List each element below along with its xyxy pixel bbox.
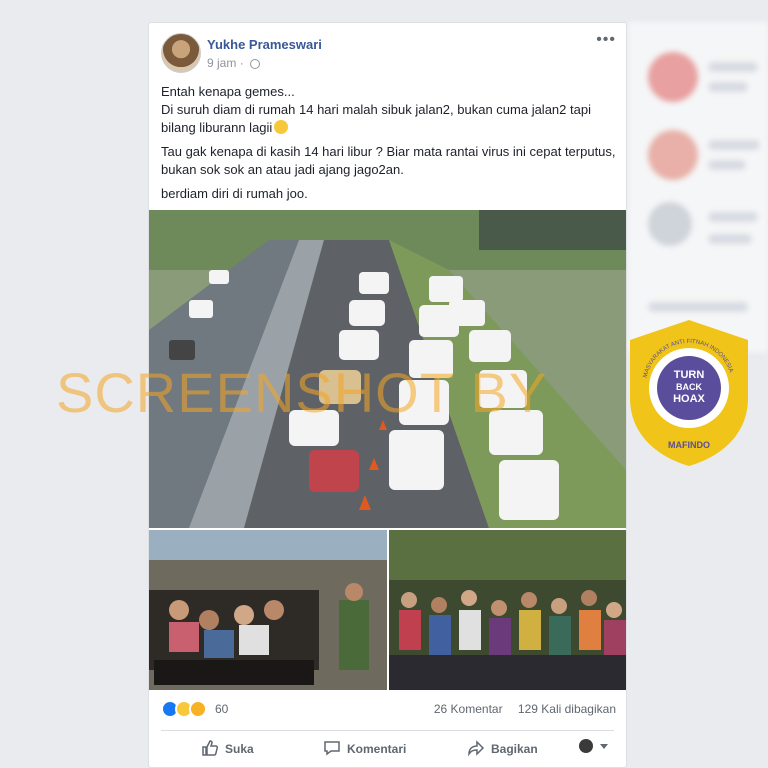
audience-selector[interactable] bbox=[579, 739, 609, 753]
time-separator: · bbox=[239, 56, 244, 70]
crowd-photo[interactable] bbox=[389, 530, 626, 690]
share-count-link[interactable]: 129 Kali dibagikan bbox=[518, 702, 616, 716]
badge-text-back: BACK bbox=[676, 382, 702, 392]
post-timestamp[interactable]: 9 jam · bbox=[207, 56, 261, 70]
comment-icon bbox=[324, 741, 340, 756]
author-name[interactable]: Yukhe Prameswari bbox=[207, 37, 322, 52]
chevron-down-icon bbox=[600, 744, 609, 749]
post-time: 9 jam bbox=[207, 56, 237, 70]
watermark-text: SCREENSHOT BY bbox=[56, 361, 548, 424]
share-button[interactable]: Bagikan bbox=[467, 739, 538, 757]
share-icon bbox=[468, 740, 485, 757]
post-text: Entah kenapa gemes... Di suruh diam di ru… bbox=[161, 83, 616, 209]
blurred-sidebar bbox=[628, 22, 768, 352]
reaction-count: 60 bbox=[215, 702, 229, 716]
thumbs-up-icon bbox=[202, 740, 219, 756]
account-avatar-icon bbox=[579, 739, 593, 753]
actions-divider bbox=[161, 730, 614, 731]
badge-text-turn: TURN bbox=[674, 369, 705, 381]
author-avatar[interactable] bbox=[161, 33, 201, 73]
sad-reaction-icon bbox=[189, 700, 207, 718]
comment-button[interactable]: Komentari bbox=[323, 739, 406, 757]
globe-icon bbox=[250, 59, 261, 69]
share-label: Bagikan bbox=[491, 742, 538, 756]
like-label: Suka bbox=[225, 742, 254, 756]
comment-count-link[interactable]: 26 Komentar bbox=[434, 702, 503, 716]
pensive-face-icon bbox=[274, 120, 289, 134]
like-button[interactable]: Suka bbox=[201, 739, 254, 757]
turnbackhoax-badge: MASYARAKAT ANTI FITNAH INDONESIA TURN BA… bbox=[628, 318, 750, 468]
post-actions: Suka Komentari Bagikan bbox=[149, 735, 626, 765]
post-paragraph: Tau gak kenapa di kasih 14 hari libur ? … bbox=[161, 144, 616, 177]
badge-text-hoax: HOAX bbox=[673, 393, 705, 405]
post-paragraph: Entah kenapa gemes... Di suruh diam di ru… bbox=[161, 84, 591, 135]
post-paragraph: berdiam diri di rumah joo. bbox=[161, 186, 308, 201]
truck-passengers-photo[interactable] bbox=[149, 530, 387, 690]
post-stats: 26 Komentar 129 Kali dibagikan bbox=[422, 702, 616, 716]
more-options-icon[interactable]: ••• bbox=[596, 31, 616, 49]
badge-org-name: MAFINDO bbox=[668, 440, 710, 450]
comment-label: Komentari bbox=[347, 742, 407, 756]
